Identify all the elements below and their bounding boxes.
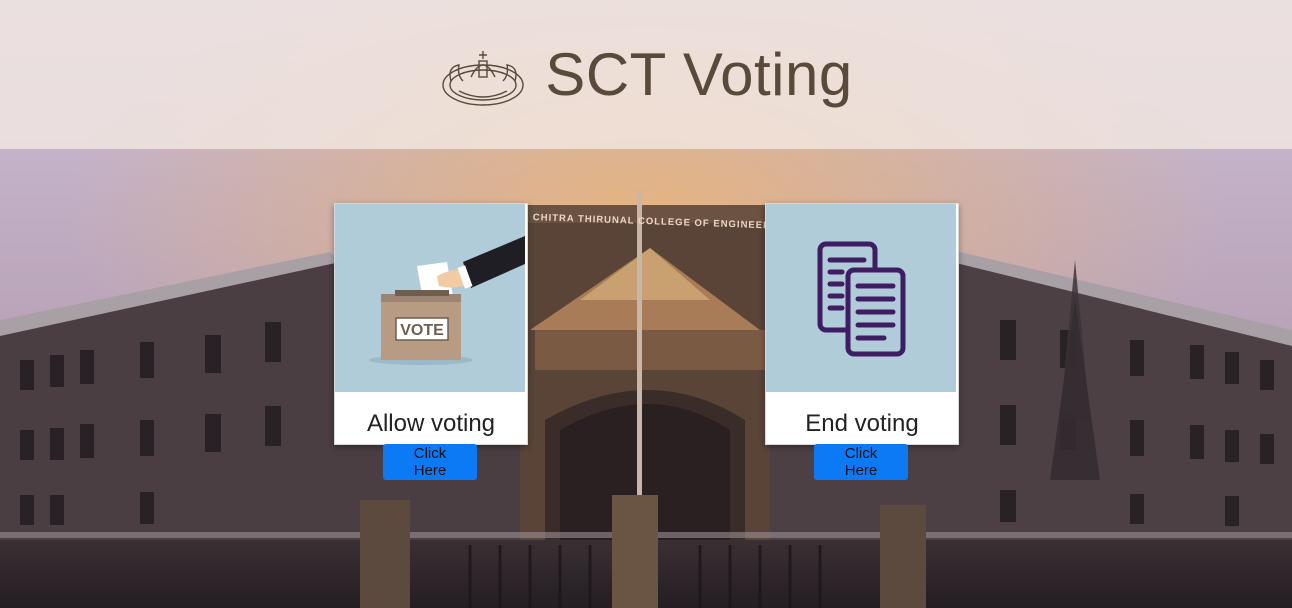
end-voting-button[interactable]: Click Here xyxy=(814,444,908,480)
kerala-state-emblem-icon xyxy=(442,50,524,106)
building-sign: SREE CHITRA THIRUNAL COLLEGE OF ENGINEER… xyxy=(499,211,791,232)
page-header: SCT Voting xyxy=(0,0,1292,149)
allow-voting-card: VOTE Allow voting xyxy=(334,203,528,445)
end-voting-label: End voting xyxy=(805,410,919,437)
allow-voting-image: VOTE xyxy=(335,204,525,392)
allow-voting-label: Allow voting xyxy=(366,410,496,437)
page-title: SCT Voting xyxy=(545,41,853,108)
end-voting-card: End voting xyxy=(765,203,959,445)
svg-text:VOTE: VOTE xyxy=(400,322,444,339)
voting-admin-page: SREE CHITRA THIRUNAL COLLEGE OF ENGINEER… xyxy=(0,0,1292,608)
allow-voting-button[interactable]: Click Here xyxy=(383,444,477,480)
documents-icon xyxy=(766,204,956,392)
ballot-box-vote-icon: VOTE xyxy=(335,204,525,392)
end-voting-image xyxy=(766,204,956,392)
